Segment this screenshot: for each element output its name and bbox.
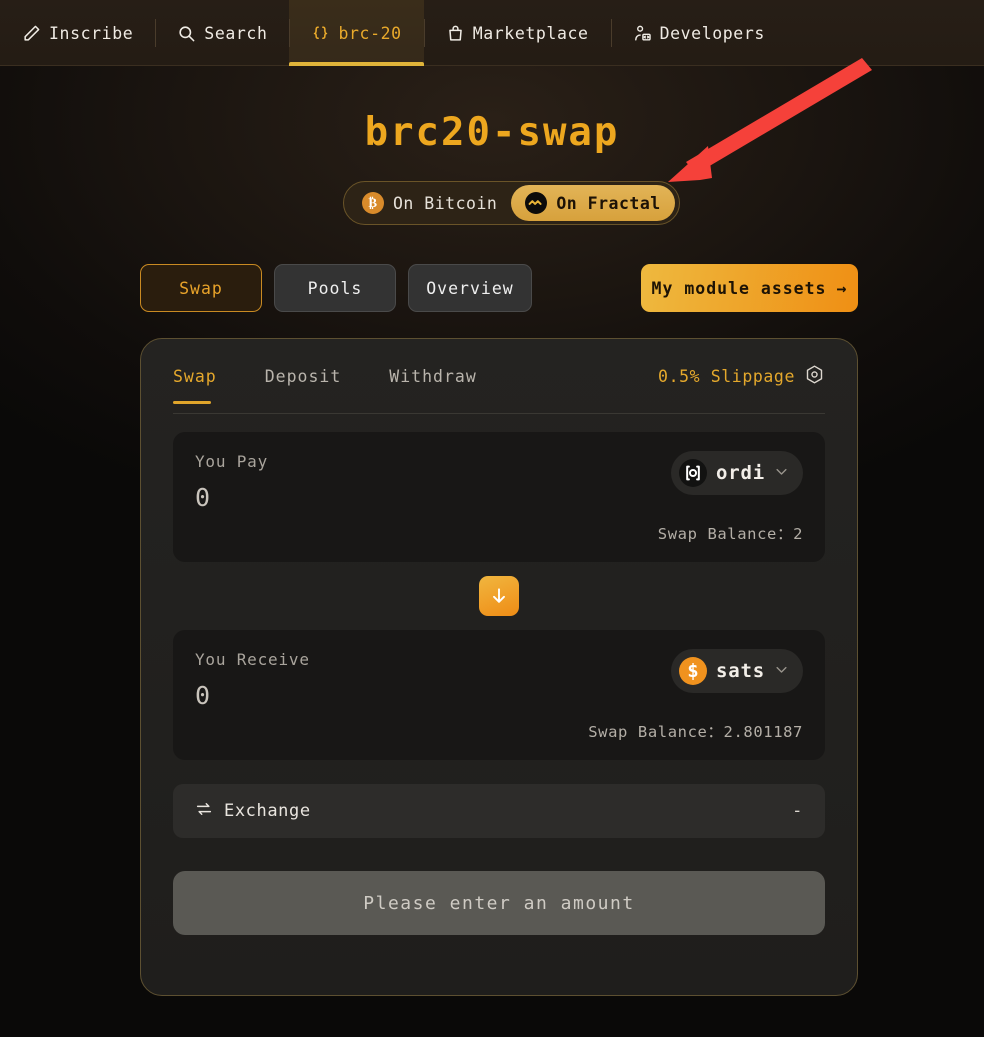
exchange-label: Exchange xyxy=(224,801,311,821)
tab-swap[interactable]: Swap xyxy=(173,339,217,413)
submit-button[interactable]: Please enter an amount xyxy=(173,871,825,935)
you-receive-panel: You Receive 0 $ sats Swap Balance：2.8011… xyxy=(173,630,825,760)
settings-hex-icon[interactable] xyxy=(804,364,825,389)
section-button-overview[interactable]: Overview xyxy=(408,264,532,312)
nav-item-label: Inscribe xyxy=(49,23,134,43)
slippage-label: 0.5% Slippage xyxy=(658,366,795,386)
nav-item-search[interactable]: Search xyxy=(155,0,289,66)
sats-icon: $ xyxy=(679,657,708,685)
section-button-swap[interactable]: Swap xyxy=(140,264,262,312)
page-root: Inscribe Search brc-20 Marketplace Devel… xyxy=(0,0,984,1037)
exchange-rate-row[interactable]: Exchange - xyxy=(173,784,825,838)
nav-item-inscribe[interactable]: Inscribe xyxy=(0,0,155,66)
submit-button-label: Please enter an amount xyxy=(363,892,635,914)
pencil-icon xyxy=(22,24,41,43)
card-divider xyxy=(173,413,825,414)
chain-option-fractal[interactable]: On Fractal xyxy=(511,185,675,221)
card-tabs: Swap Deposit Withdraw 0.5% Slippage xyxy=(173,339,825,413)
nav-item-brc-20[interactable]: brc-20 xyxy=(289,0,424,66)
nav-item-label: Search xyxy=(204,23,268,43)
section-button-label: Swap xyxy=(179,278,223,298)
chain-option-bitcoin[interactable]: ₿ On Bitcoin xyxy=(348,185,511,221)
swap-card: Swap Deposit Withdraw 0.5% Slippage You … xyxy=(140,338,858,996)
bitcoin-icon: ₿ xyxy=(362,192,384,214)
you-pay-token-select[interactable]: ordi xyxy=(671,451,803,495)
nav-item-developers[interactable]: Developers xyxy=(610,0,787,66)
my-module-assets-button[interactable]: My module assets → xyxy=(641,264,858,312)
search-icon xyxy=(177,24,196,43)
arrow-right-icon: → xyxy=(836,278,848,298)
exchange-swap-icon xyxy=(195,800,213,823)
nav-item-marketplace[interactable]: Marketplace xyxy=(423,0,611,66)
developer-icon xyxy=(633,24,652,43)
ordi-icon xyxy=(679,459,708,487)
you-pay-token-name: ordi xyxy=(716,462,765,484)
chevron-down-icon xyxy=(774,662,789,681)
section-button-label: Pools xyxy=(307,278,363,298)
nav-item-label: Developers xyxy=(659,23,765,43)
you-receive-token-name: sats xyxy=(716,660,765,682)
nav-item-label: brc-20 xyxy=(338,23,402,43)
chain-option-label: On Fractal xyxy=(556,193,661,213)
top-navigation: Inscribe Search brc-20 Marketplace Devel… xyxy=(0,0,984,66)
tab-deposit[interactable]: Deposit xyxy=(265,339,342,413)
you-pay-balance: Swap Balance：2 xyxy=(657,525,803,543)
swap-direction-button[interactable] xyxy=(479,576,519,616)
slippage-setting[interactable]: 0.5% Slippage xyxy=(658,339,825,413)
tab-withdraw[interactable]: Withdraw xyxy=(389,339,476,413)
tab-label: Swap xyxy=(173,366,217,386)
nav-item-label: Marketplace xyxy=(472,23,589,43)
braces-icon xyxy=(311,24,330,43)
fractal-icon xyxy=(525,192,548,214)
section-button-row: Swap Pools Overview My module assets → xyxy=(140,264,858,312)
chevron-down-icon xyxy=(774,464,789,483)
section-button-pools[interactable]: Pools xyxy=(274,264,396,312)
tab-label: Withdraw xyxy=(389,366,477,386)
chain-option-label: On Bitcoin xyxy=(393,193,498,213)
page-title: brc20-swap xyxy=(364,110,620,155)
shopping-bag-icon xyxy=(446,24,465,43)
you-receive-token-select[interactable]: $ sats xyxy=(671,649,803,693)
exchange-value: - xyxy=(792,801,803,821)
tab-label: Deposit xyxy=(264,366,342,386)
my-module-assets-label: My module assets xyxy=(651,278,827,298)
section-button-label: Overview xyxy=(426,278,514,298)
chain-toggle: ₿ On Bitcoin On Fractal xyxy=(343,181,680,225)
you-receive-balance: Swap Balance：2.801187 xyxy=(588,723,803,741)
you-pay-panel: You Pay 0 ordi Swap Balance：2 xyxy=(173,432,825,562)
